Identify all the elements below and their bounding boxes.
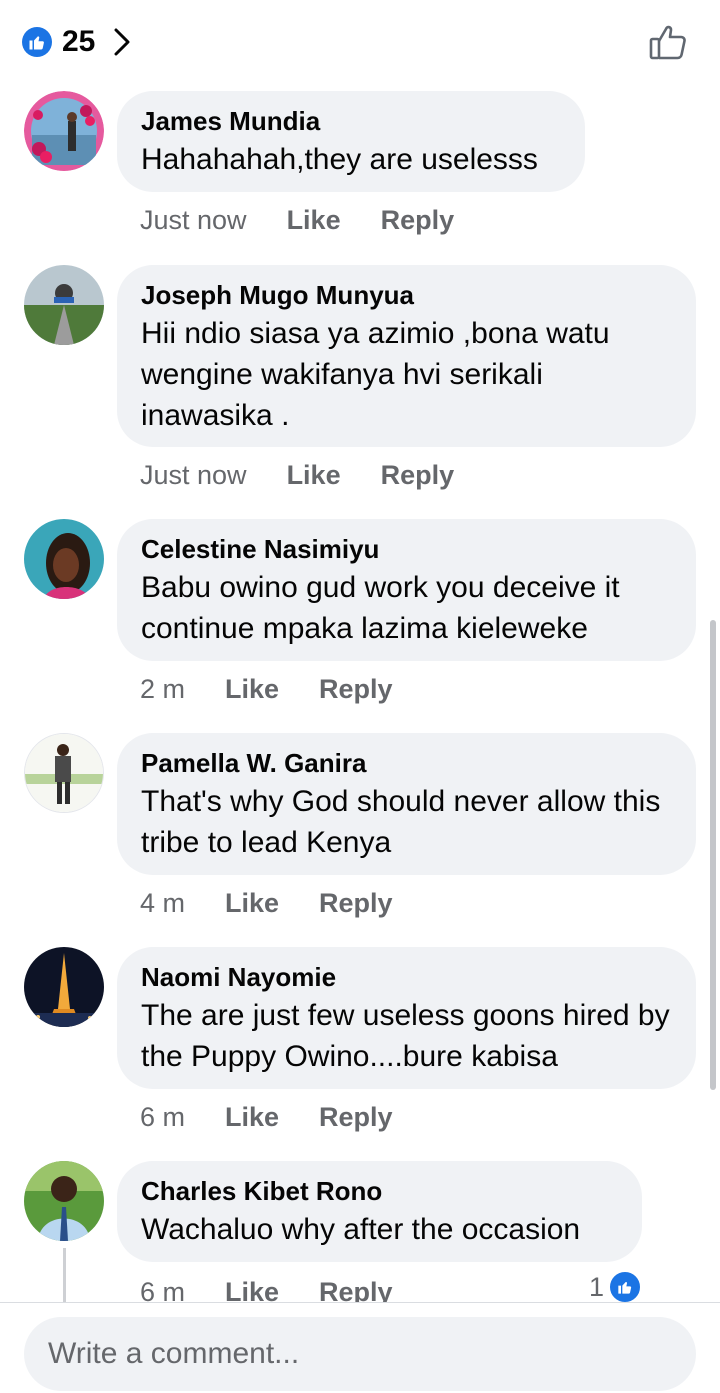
like-badge-icon <box>22 27 52 57</box>
comment-text: The are just few useless goons hired by … <box>141 999 670 1073</box>
comment-actions: 2 m Like Reply <box>140 674 393 705</box>
like-button[interactable]: Like <box>225 1102 279 1133</box>
like-button[interactable]: Like <box>225 674 279 705</box>
comment-time[interactable]: Just now <box>140 205 247 236</box>
reply-button[interactable]: Reply <box>381 205 455 236</box>
avatar[interactable] <box>24 265 104 345</box>
reply-button[interactable]: Reply <box>319 888 393 919</box>
comment-time[interactable]: 6 m <box>140 1102 185 1133</box>
reaction-summary[interactable]: 25 <box>22 22 131 62</box>
comment-text: Hii ndio siasa ya azimio ,bona watu weng… <box>141 317 610 432</box>
comment-reaction-count[interactable]: 1 <box>589 1270 642 1304</box>
thumbs-up-outline-icon[interactable] <box>646 20 690 64</box>
reaction-count-value: 1 <box>588 1271 604 1302</box>
comment-actions: 6 m Like Reply <box>140 1102 393 1133</box>
avatar[interactable] <box>24 519 104 599</box>
comment-author[interactable]: James Mundia <box>141 105 561 137</box>
comment-bubble: Joseph Mugo Munyua Hii ndio siasa ya azi… <box>117 265 696 447</box>
reactions-header: 25 <box>0 0 720 84</box>
comment-actions: 4 m Like Reply <box>140 888 393 919</box>
avatar[interactable] <box>24 947 104 1027</box>
comment-actions: Just now Like Reply <box>140 460 454 491</box>
avatar[interactable] <box>24 91 104 171</box>
comment-bubble: James Mundia Hahahahah,they are uselesss <box>117 91 585 192</box>
avatar[interactable] <box>24 733 104 813</box>
reply-button[interactable]: Reply <box>319 1102 393 1133</box>
comment-composer <box>0 1302 720 1393</box>
comment-bubble: Celestine Nasimiyu Babu owino gud work y… <box>117 519 696 661</box>
reply-thread-line <box>63 1248 66 1302</box>
like-button[interactable]: Like <box>287 460 341 491</box>
like-button[interactable]: Like <box>225 888 279 919</box>
comment-input[interactable] <box>24 1317 696 1391</box>
avatar[interactable] <box>24 1161 104 1241</box>
chevron-right-icon[interactable] <box>113 27 131 57</box>
like-badge-icon <box>608 1270 642 1304</box>
comment-author[interactable]: Celestine Nasimiyu <box>141 533 672 565</box>
comment-bubble: Charles Kibet Rono Wachaluo why after th… <box>117 1161 642 1262</box>
comment-author[interactable]: Charles Kibet Rono <box>141 1175 618 1207</box>
comment-text: Babu owino gud work you deceive it conti… <box>141 571 620 645</box>
comment-text: Hahahahah,they are uselesss <box>141 143 538 176</box>
scrollbar[interactable] <box>710 620 716 1090</box>
comment-author[interactable]: Joseph Mugo Munyua <box>141 279 672 311</box>
comment-bubble: Naomi Nayomie The are just few useless g… <box>117 947 696 1089</box>
comment-author[interactable]: Naomi Nayomie <box>141 961 672 993</box>
comment-text: That's why God should never allow this t… <box>141 785 661 859</box>
comment-text: Wachaluo why after the occasion <box>141 1213 581 1246</box>
reply-button[interactable]: Reply <box>319 674 393 705</box>
comment-time[interactable]: 4 m <box>140 888 185 919</box>
comment-author[interactable]: Pamella W. Ganira <box>141 747 672 779</box>
comment-time[interactable]: 2 m <box>140 674 185 705</box>
like-button[interactable]: Like <box>287 205 341 236</box>
comment-bubble: Pamella W. Ganira That's why God should … <box>117 733 696 875</box>
like-count: 25 <box>62 25 96 58</box>
reply-button[interactable]: Reply <box>381 460 455 491</box>
comments-page: 25 James Mundia Hahahahah,they are usele… <box>0 0 720 1393</box>
comment-time[interactable]: Just now <box>140 460 247 491</box>
comment-actions: Just now Like Reply <box>140 205 454 236</box>
